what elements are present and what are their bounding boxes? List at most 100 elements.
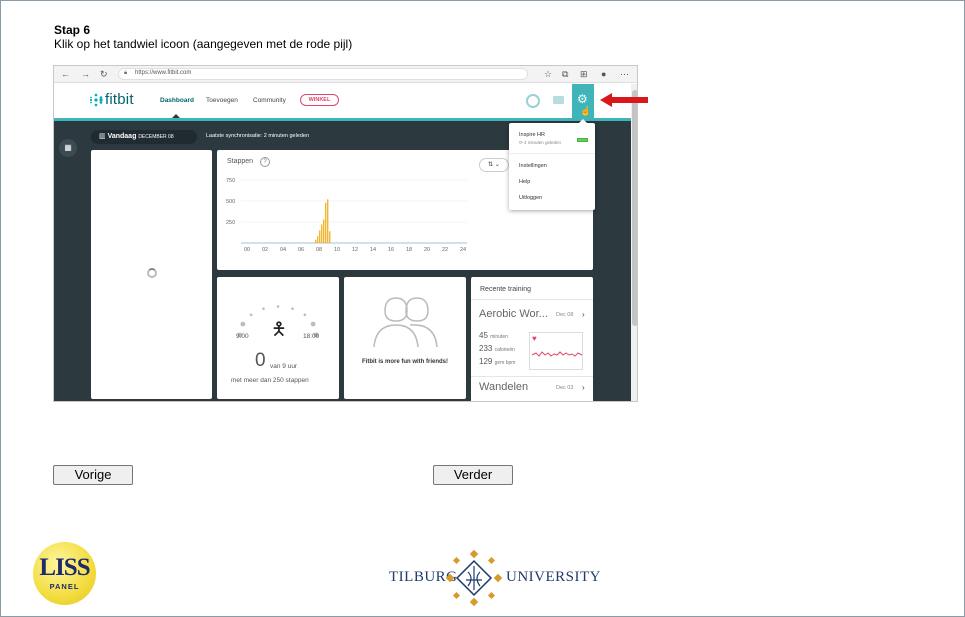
menu-settings: Instellingen (519, 163, 547, 169)
stat-bpm: 129 gem bpm (479, 357, 516, 366)
x-tick-label: 24 (460, 247, 466, 253)
divider (471, 376, 593, 377)
walking-title: Wandelen (479, 381, 529, 393)
device-sync: ⟳ 4 minuten geleden (519, 140, 562, 145)
calendar-icon: ▥ (99, 133, 108, 140)
fitbit-dots-icon (89, 93, 103, 107)
aerobic-date: Dec 08 (556, 312, 574, 318)
walking-date: Dec 03 (556, 385, 574, 391)
x-tick-label: 10 (334, 247, 340, 253)
refresh-icon: ↻ (100, 69, 108, 79)
date-label: Vandaag (107, 133, 137, 140)
hourly-start: 9.00 (236, 333, 249, 340)
friends-icon (373, 297, 438, 348)
hourly-unit: van 9 uur (270, 363, 298, 370)
university-text: UNIVERSITY (506, 569, 601, 585)
hour-dot (262, 307, 265, 310)
steps-bar (321, 224, 323, 243)
forward-icon: → (81, 69, 90, 79)
hour-dot (276, 305, 280, 308)
y-tick-label: 500 (226, 199, 235, 205)
fitbit-header: fitbit Dashboard Toevoegen Community WIN… (54, 84, 637, 118)
browser-toolbar: ← → ↻ 🔒︎ https://www.fitbit.com ☆ ⧉ ⊞ ● … (54, 66, 637, 83)
back-icon: ← (61, 69, 70, 79)
star-icon: ☆ (544, 69, 553, 79)
liss-logo-subtext: PANEL (49, 582, 80, 591)
steps-bar (315, 239, 317, 243)
address-bar: 🔒︎ https://www.fitbit.com (118, 68, 528, 80)
liss-logo-text: LISS (39, 554, 90, 581)
lock-icon: 🔒︎ (124, 70, 128, 76)
x-tick-label: 14 (370, 247, 376, 253)
gear-icon: ⚙ (577, 92, 588, 106)
x-tick-label: 06 (298, 247, 304, 253)
x-tick-label: 12 (352, 247, 358, 253)
previous-button[interactable]: Vorige (53, 465, 133, 485)
browser-scrollbar (631, 84, 637, 401)
step-title: Stap 6 (54, 23, 91, 37)
menu-logout: Uitloggen (519, 195, 543, 201)
sync-status: Laatste synchronisatie: 2 minuten gelede… (206, 133, 310, 139)
chevron-right-icon: › (582, 383, 585, 392)
loading-tile (91, 150, 212, 399)
menu-dots-icon: ⋯ (620, 69, 629, 79)
stat-calories: 233 calorieën (479, 344, 515, 353)
x-tick-label: 02 (262, 247, 268, 253)
scrollbar-thumb (632, 90, 637, 326)
fitbit-logo: fitbit (105, 91, 134, 108)
dropdown-caret (579, 119, 587, 123)
fitbit-screenshot: ← → ↻ 🔒︎ https://www.fitbit.com ☆ ⧉ ⊞ ● … (53, 65, 638, 402)
loading-spinner (147, 268, 157, 278)
hour-dot (303, 313, 307, 317)
tilburg-university-emblem (446, 550, 502, 606)
settings-dropdown: Inspire HR ⟳ 4 minuten geleden Instellin… (509, 119, 595, 210)
friends-tile: Fitbit is more fun with friends! (344, 277, 466, 399)
stretch-figure-icon: 🯅 (271, 319, 287, 339)
heart-icon: ♥ (532, 334, 537, 343)
steps-options-button: ⇅ ⌄ (479, 158, 509, 172)
steps-bar (317, 236, 319, 243)
grid-menu-icon: ▦ (59, 139, 77, 157)
device-name: Inspire HR (519, 132, 545, 138)
y-tick-label: 750 (226, 178, 235, 184)
stat-minutes: 45 minuten (479, 331, 508, 340)
friends-face-icon (526, 94, 540, 108)
date-selector: ▥ Vandaag DECEMBER 08 (91, 130, 197, 144)
liss-panel-logo: LISS PANEL (33, 542, 96, 605)
divider (471, 299, 593, 300)
x-tick-label: 08 (316, 247, 322, 253)
x-tick-label: 04 (280, 247, 286, 253)
step-instruction: Klik op het tandwiel icoon (aangegeven m… (54, 37, 353, 51)
url-text: https://www.fitbit.com (135, 70, 192, 76)
friends-text: Fitbit is more fun with friends! (362, 359, 448, 365)
steps-bar (327, 199, 329, 243)
steps-bar (319, 230, 321, 243)
recent-title: Recente training (480, 286, 531, 293)
collections-icon: ⧉ (562, 69, 569, 79)
divider (509, 153, 595, 154)
nav-add: Toevoegen (206, 97, 238, 104)
date-value: DECEMBER 08 (138, 134, 174, 140)
y-tick-label: 250 (226, 220, 235, 226)
next-button[interactable]: Verder (433, 465, 513, 485)
recent-training-tile: Recente training Aerobic Wor... Dec 08 ›… (471, 277, 593, 401)
nav-shop: WINKEL (300, 94, 339, 106)
x-tick-label: 18 (406, 247, 412, 253)
heart-rate-graph: ♥ (529, 332, 583, 370)
x-tick-label: 16 (388, 247, 394, 253)
x-tick-label: 20 (424, 247, 430, 253)
red-arrow-icon (600, 93, 648, 107)
chevron-right-icon: › (582, 310, 585, 319)
messages-icon (553, 96, 564, 104)
menu-help: Help (519, 179, 531, 185)
steps-bar (325, 202, 327, 243)
hour-dot (240, 321, 246, 327)
aerobic-title: Aerobic Wor... (479, 308, 548, 320)
nav-dashboard: Dashboard (160, 97, 194, 104)
x-tick-label: 22 (442, 247, 448, 253)
steps-bar (329, 231, 331, 243)
hourly-value: 0 (255, 350, 266, 371)
hourly-end: 18:00 (303, 333, 320, 340)
hour-dot (310, 321, 316, 327)
x-tick-label: 00 (244, 247, 250, 253)
